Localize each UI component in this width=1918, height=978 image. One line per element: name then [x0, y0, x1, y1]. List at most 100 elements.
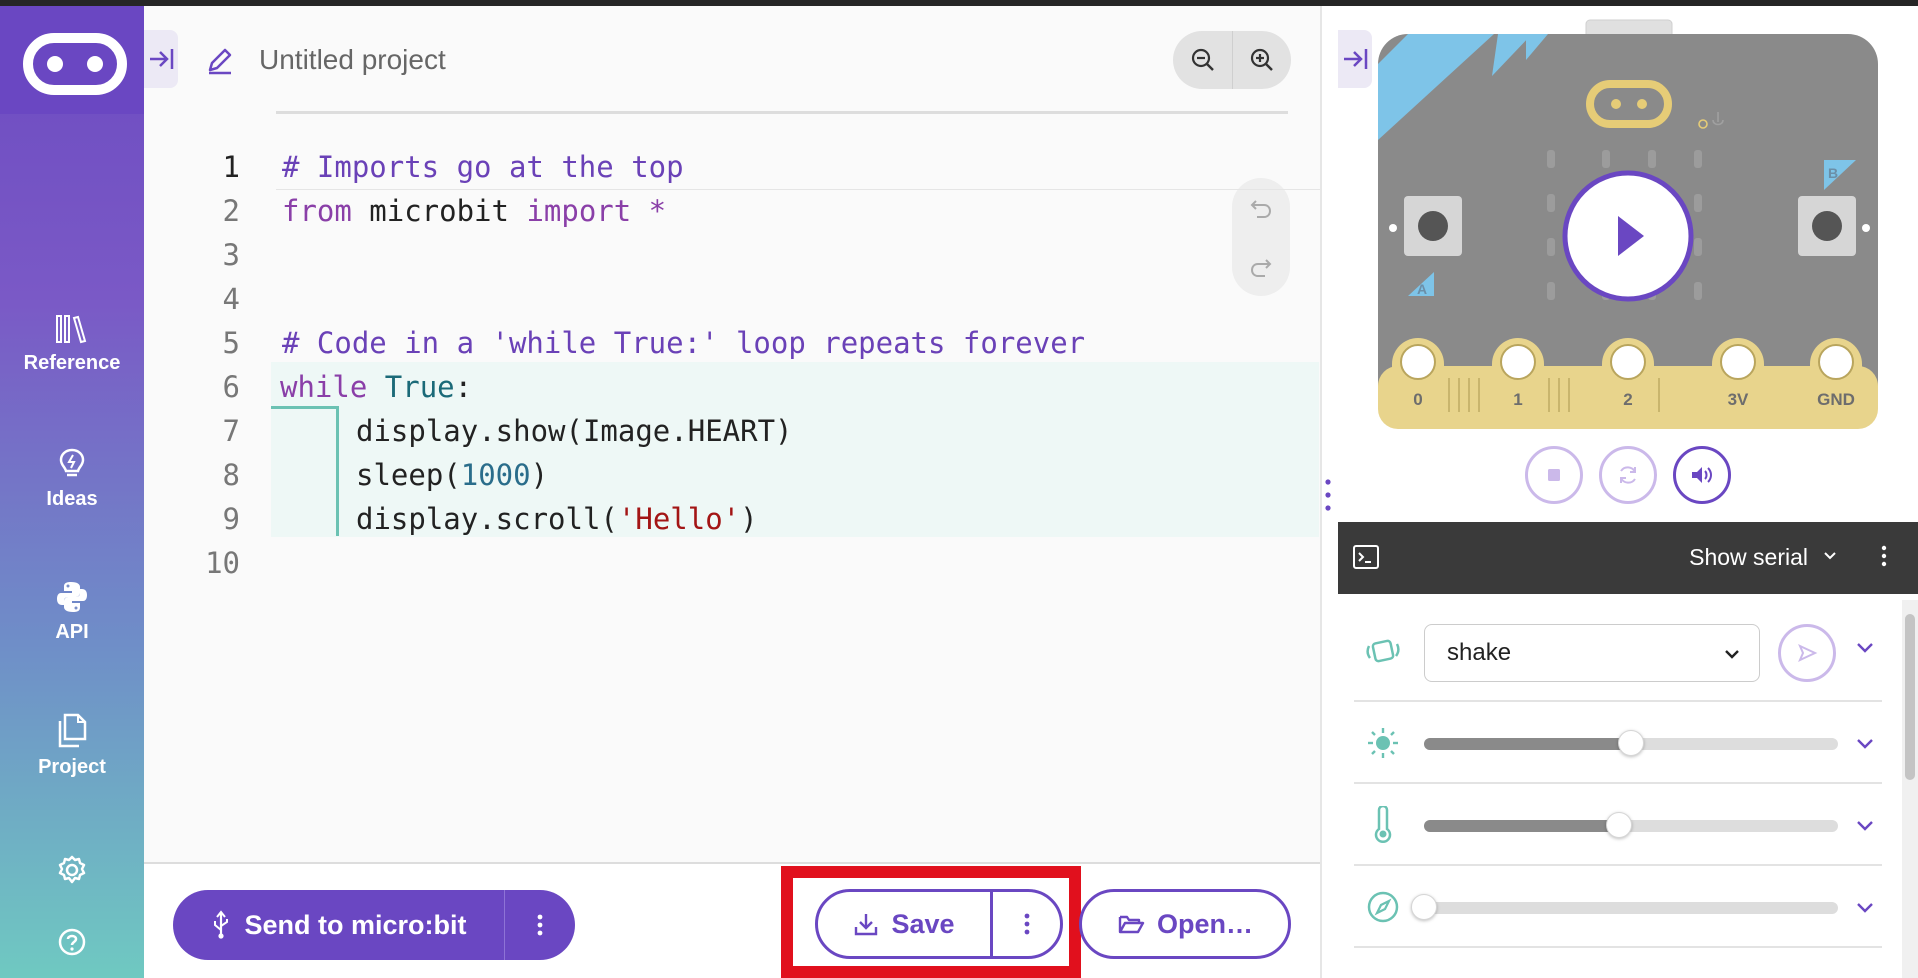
- save-label: Save: [891, 908, 955, 939]
- compass-sensor-row: [1354, 866, 1882, 948]
- library-icon: [56, 315, 87, 344]
- pin-label: 3V: [1728, 390, 1749, 409]
- zoom-out-icon: [1191, 48, 1214, 71]
- more-vertical-icon: [537, 914, 543, 936]
- gesture-icon: [1366, 639, 1400, 663]
- open-label: Open…: [1156, 908, 1253, 939]
- light-slider[interactable]: [1424, 730, 1838, 756]
- line-number: 3: [222, 238, 240, 272]
- gesture-sensor-row: shake: [1354, 594, 1882, 702]
- sidebar-item-label: Ideas: [46, 488, 98, 510]
- temperature-slider-fill: [1424, 820, 1619, 832]
- pin-label: 2: [1623, 390, 1632, 409]
- temperature-slider[interactable]: [1424, 812, 1838, 838]
- light-slider-thumb[interactable]: [1618, 730, 1644, 756]
- line-number: 1: [222, 150, 240, 184]
- usb-icon: [213, 910, 228, 939]
- line-number: 5: [222, 326, 240, 360]
- code-line[interactable]: display.scroll('Hello'): [356, 502, 758, 536]
- line-number: 6: [222, 370, 240, 404]
- lightbulb-icon: [59, 448, 85, 477]
- punct-token: ): [530, 458, 549, 492]
- zoom-out-button[interactable]: [1173, 31, 1232, 89]
- line-number: 4: [222, 282, 240, 316]
- zoom-in-icon: [1250, 48, 1273, 71]
- open-button[interactable]: Open…: [1079, 889, 1291, 959]
- folder-open-icon: [1118, 915, 1145, 934]
- punct-token: ): [740, 502, 758, 536]
- download-icon: [855, 914, 878, 936]
- expand-chevron-icon[interactable]: [1854, 736, 1876, 752]
- sidebar-item-reference[interactable]: Reference: [0, 312, 144, 375]
- simulator-controls: [1525, 446, 1731, 504]
- sensor-scrollbar-thumb[interactable]: [1905, 614, 1915, 780]
- sidebar-item-label: Project: [38, 756, 106, 778]
- project-title[interactable]: Untitled project: [259, 44, 446, 76]
- keyword-token: while: [280, 370, 368, 404]
- gear-icon: [58, 855, 86, 884]
- save-button[interactable]: Save: [818, 892, 993, 956]
- temperature-slider-thumb[interactable]: [1605, 812, 1632, 838]
- pin-label: 0: [1413, 390, 1422, 409]
- reset-button[interactable]: [1599, 446, 1657, 504]
- send-more-options-button[interactable]: [505, 890, 575, 960]
- sidebar-item-api[interactable]: API: [0, 579, 144, 644]
- help-button[interactable]: [54, 924, 90, 960]
- compass-slider[interactable]: [1411, 894, 1838, 920]
- settings-button[interactable]: [54, 852, 90, 888]
- line-number: 10: [205, 546, 240, 580]
- send-to-microbit-button-group: Send to micro:bit: [173, 890, 575, 960]
- gesture-value: shake: [1447, 639, 1512, 666]
- expand-chevron-icon[interactable]: [1854, 640, 1876, 656]
- code-line[interactable]: # Imports go at the top: [282, 150, 684, 184]
- undo-redo-controls: [1232, 178, 1290, 296]
- code-line[interactable]: from microbit import *: [282, 194, 666, 228]
- collapse-simulator-button[interactable]: [1338, 30, 1372, 88]
- light-sensor-row: [1354, 702, 1882, 784]
- project-title-area[interactable]: Untitled project: [205, 40, 446, 80]
- send-to-microbit-button[interactable]: Send to micro:bit: [173, 890, 505, 960]
- collapse-icon: [1344, 49, 1368, 69]
- light-slider-fill: [1424, 738, 1631, 750]
- button-b-label: B: [1828, 165, 1838, 181]
- edit-pencil-icon[interactable]: [205, 45, 235, 75]
- sound-button[interactable]: [1673, 446, 1731, 504]
- sidebar: Reference Ideas API Project: [0, 6, 144, 978]
- code-line[interactable]: while True:: [280, 370, 472, 404]
- show-serial-label[interactable]: Show serial: [1689, 544, 1808, 571]
- more-vertical-icon[interactable]: [1880, 544, 1888, 568]
- active-line-rule: [276, 189, 1320, 190]
- compass-slider-thumb[interactable]: [1411, 894, 1437, 920]
- save-more-options-button[interactable]: [993, 892, 1060, 956]
- collapse-sidebar-button[interactable]: [144, 30, 178, 88]
- name-token: microbit: [351, 194, 527, 228]
- line-number: 7: [222, 414, 240, 448]
- sensor-scrollbar[interactable]: [1902, 600, 1918, 978]
- chevron-down-icon[interactable]: [1822, 548, 1838, 564]
- block-indicator-bar: [336, 408, 339, 536]
- thermometer-icon: [1374, 806, 1392, 843]
- gesture-select[interactable]: shake: [1424, 624, 1760, 682]
- sensor-panel: shake: [1338, 594, 1918, 978]
- sidebar-item-ideas[interactable]: Ideas: [0, 446, 144, 511]
- expand-chevron-icon[interactable]: [1854, 900, 1876, 916]
- code-line[interactable]: display.show(Image.HEART): [356, 414, 793, 448]
- undo-button[interactable]: [1232, 178, 1290, 237]
- code-line[interactable]: # Code in a 'while True:' loop repeats f…: [282, 326, 1085, 360]
- redo-icon: [1250, 258, 1272, 277]
- drag-handle-icon[interactable]: [1324, 478, 1332, 512]
- send-gesture-button[interactable]: [1778, 624, 1836, 682]
- zoom-in-button[interactable]: [1232, 31, 1291, 89]
- stop-button[interactable]: [1525, 446, 1583, 504]
- simulator-play-button[interactable]: [1562, 170, 1694, 302]
- redo-button[interactable]: [1232, 237, 1290, 296]
- expand-chevron-icon[interactable]: [1854, 818, 1876, 834]
- builtin-token: True: [367, 370, 455, 404]
- keyword-token: from: [282, 194, 352, 228]
- sidebar-item-project[interactable]: Project: [0, 712, 144, 779]
- serial-bar[interactable]: Show serial: [1338, 522, 1918, 594]
- microbit-logo-icon: [23, 33, 127, 95]
- sun-icon: [1368, 728, 1398, 758]
- microbit-logo[interactable]: [0, 6, 144, 114]
- code-line[interactable]: sleep(1000): [356, 458, 548, 492]
